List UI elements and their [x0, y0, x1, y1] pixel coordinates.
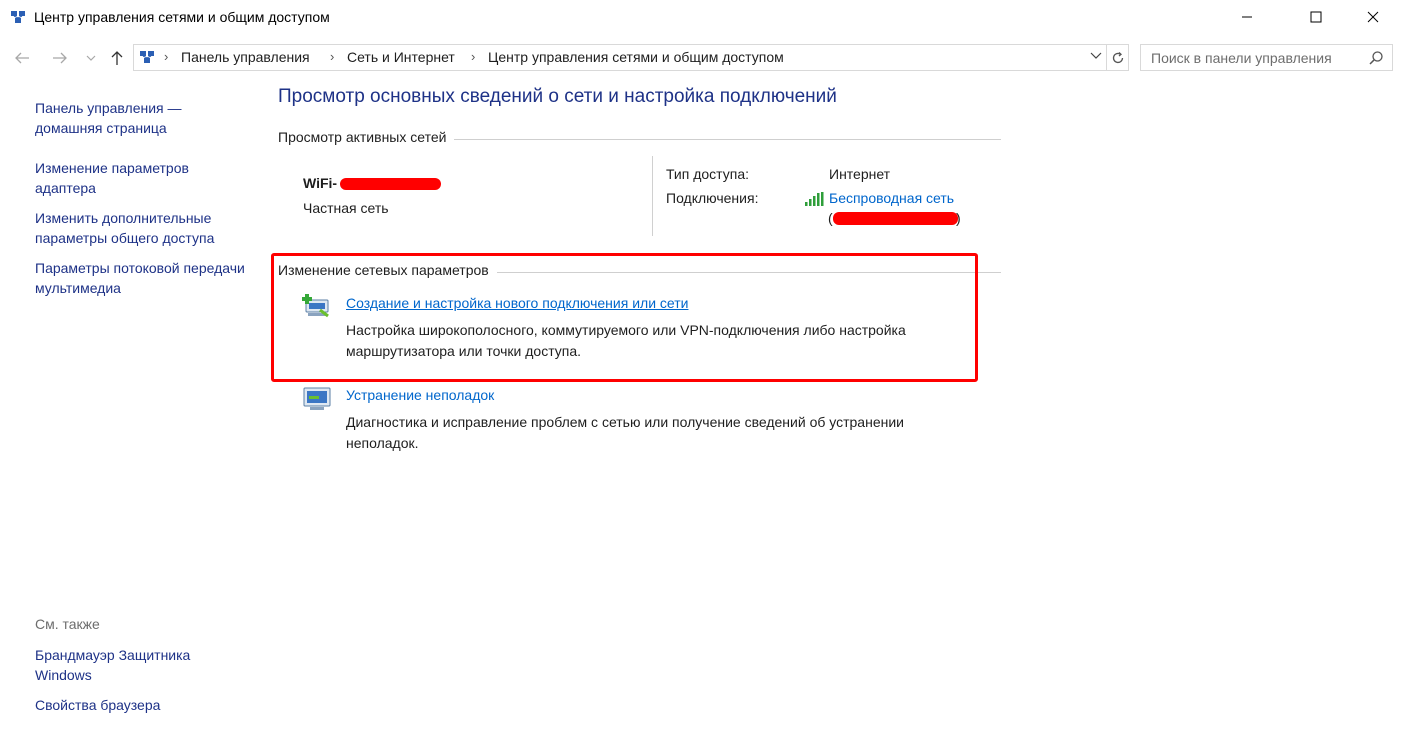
network-center-icon	[11, 11, 25, 23]
left-pane: Панель управления — домашняя страница Из…	[35, 98, 245, 308]
chevron-down-icon	[86, 55, 96, 61]
vertical-divider	[652, 156, 653, 236]
access-type-value: Интернет	[829, 166, 891, 182]
see-also-list: Брандмауэр Защитника Windows Свойства бр…	[35, 645, 245, 725]
forward-arrow-icon	[53, 52, 67, 64]
network-type: Частная сеть	[303, 200, 389, 216]
breadcrumb-separator-icon[interactable]: ›	[471, 49, 475, 64]
firewall-link[interactable]: Брандмауэр Защитника Windows	[35, 645, 245, 685]
window-title: Центр управления сетями и общим доступом	[34, 9, 330, 25]
breadcrumb-separator-icon[interactable]: ›	[164, 49, 168, 64]
network-center-icon	[140, 51, 154, 63]
redaction-mark	[833, 212, 958, 225]
adapter-settings-link[interactable]: Изменение параметров адаптера	[35, 158, 245, 198]
back-arrow-icon	[15, 52, 29, 64]
access-type-label: Тип доступа:	[666, 166, 750, 182]
address-bar[interactable]: › Панель управления › Сеть и Интернет › …	[133, 44, 1107, 71]
page-title: Просмотр основных сведений о сети и наст…	[278, 86, 837, 107]
active-networks-header: Просмотр активных сетей	[278, 129, 455, 145]
see-also-title: См. также	[35, 616, 100, 632]
search-box[interactable]: Поиск в панели управления	[1140, 44, 1393, 71]
control-panel-home-link[interactable]: Панель управления — домашняя страница	[35, 98, 245, 138]
connections-label: Подключения:	[666, 190, 759, 206]
advanced-sharing-link[interactable]: Изменить дополнительные параметры общего…	[35, 208, 245, 248]
address-dropdown-button[interactable]	[1090, 49, 1102, 63]
close-button[interactable]	[1350, 0, 1396, 34]
troubleshoot-icon	[303, 387, 331, 410]
up-button[interactable]	[106, 47, 128, 69]
media-streaming-link[interactable]: Параметры потоковой передачи мультимедиа	[35, 258, 245, 298]
connection-paren-open: (	[828, 210, 833, 226]
wireless-connection-link[interactable]: Беспроводная сеть	[829, 190, 954, 206]
maximize-icon	[1310, 11, 1322, 23]
signal-bars-icon	[805, 192, 824, 206]
search-icon[interactable]	[1368, 50, 1384, 66]
refresh-icon	[1112, 51, 1123, 63]
browser-properties-link[interactable]: Свойства браузера	[35, 695, 245, 715]
change-settings-header: Изменение сетевых параметров	[278, 262, 497, 278]
title-bar: Центр управления сетями и общим доступом	[0, 0, 1405, 36]
recent-locations-button[interactable]	[80, 47, 102, 69]
redaction-mark	[340, 178, 441, 190]
chevron-down-icon	[1090, 52, 1102, 59]
troubleshoot-link[interactable]: Устранение неполадок	[346, 387, 494, 403]
breadcrumb-network-center[interactable]: Центр управления сетями и общим доступом	[488, 49, 784, 65]
breadcrumb-network-internet[interactable]: Сеть и Интернет	[347, 49, 455, 65]
breadcrumb-control-panel[interactable]: Панель управления	[181, 49, 310, 65]
troubleshoot-description: Диагностика и исправление проблем с сеть…	[346, 414, 904, 451]
search-input[interactable]: Поиск в панели управления	[1151, 50, 1332, 66]
up-arrow-icon	[111, 51, 123, 65]
minimize-icon	[1242, 16, 1252, 18]
forward-button[interactable]	[49, 47, 71, 69]
minimize-button[interactable]	[1224, 0, 1270, 34]
network-name: WiFi-	[303, 175, 338, 191]
back-button[interactable]	[11, 47, 33, 69]
refresh-button[interactable]	[1107, 44, 1129, 71]
breadcrumb-separator-icon[interactable]: ›	[330, 49, 334, 64]
maximize-button[interactable]	[1293, 0, 1339, 34]
close-icon	[1367, 11, 1379, 23]
